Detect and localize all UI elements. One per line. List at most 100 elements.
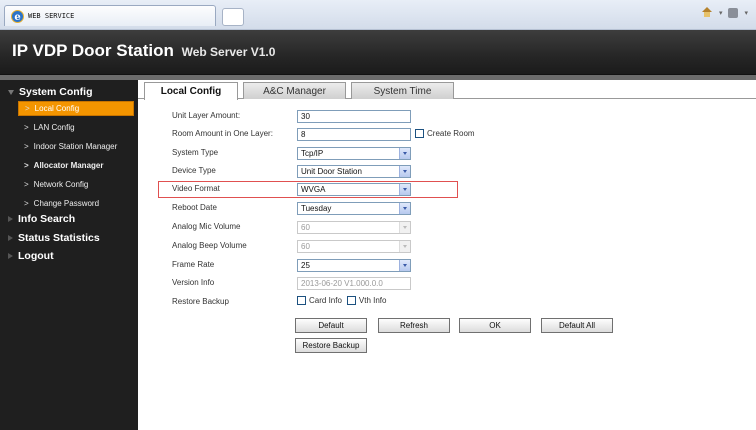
- app-title-text: IP VDP Door Station: [12, 41, 174, 60]
- tab-ac-manager[interactable]: A&C Manager: [243, 82, 346, 99]
- sidebar-group-info-search[interactable]: Info Search: [0, 211, 138, 227]
- analog-mic-volume-value: 60: [301, 223, 310, 232]
- tab-label: Local Config: [160, 86, 222, 97]
- page-title: IP VDP Door Station Web Server V1.0: [12, 41, 275, 61]
- tab-local-config[interactable]: Local Config: [144, 82, 238, 100]
- tab-label: System Time: [373, 85, 432, 97]
- unit-layer-amount-input[interactable]: 30: [297, 110, 411, 123]
- create-room-option: Create Room: [415, 129, 480, 138]
- device-type-label: Device Type: [172, 166, 216, 175]
- card-info-label: Card Info: [309, 296, 342, 305]
- refresh-button[interactable]: Refresh: [378, 318, 450, 333]
- triangle-right-icon: [8, 216, 13, 222]
- chevron-right-icon: >: [24, 123, 29, 132]
- video-format-select[interactable]: WVGA: [297, 183, 411, 196]
- sidebar-item-allocator-manager[interactable]: > Allocator Manager: [18, 158, 134, 173]
- chevron-down-icon[interactable]: [399, 166, 410, 177]
- create-room-checkbox[interactable]: [415, 129, 424, 138]
- version-info-field: 2013-06-20 V1.000.0.0: [297, 277, 411, 290]
- system-type-value: Tcp/IP: [301, 149, 324, 158]
- video-format-label: Video Format: [172, 184, 220, 193]
- chevron-down-icon[interactable]: ▾: [719, 9, 723, 17]
- frame-rate-label: Frame Rate: [172, 260, 215, 269]
- tab-system-time[interactable]: System Time: [351, 82, 454, 99]
- room-amount-label: Room Amount in One Layer:: [172, 129, 273, 138]
- reboot-date-label: Reboot Date: [172, 203, 217, 212]
- sidebar-item-label: Network Config: [33, 180, 89, 189]
- sidebar-group-label: Logout: [18, 250, 54, 262]
- chevron-right-icon: >: [24, 180, 29, 189]
- new-tab-button[interactable]: [222, 8, 244, 26]
- sidebar-group-label: Status Statistics: [18, 232, 100, 244]
- unit-layer-amount-label: Unit Layer Amount:: [172, 111, 241, 120]
- triangle-down-icon: [8, 89, 14, 95]
- analog-beep-volume-value: 60: [301, 242, 310, 251]
- browser-tools: ▾ ▾: [701, 7, 748, 18]
- sidebar-item-label: Local Config: [34, 104, 80, 113]
- sidebar-item-label: LAN Config: [33, 123, 75, 132]
- ie-browser-icon: e: [11, 9, 24, 23]
- frame-rate-select[interactable]: 25: [297, 259, 411, 272]
- device-type-select[interactable]: Unit Door Station: [297, 165, 411, 178]
- frame-rate-value: 25: [301, 261, 310, 270]
- reboot-date-value: Tuesday: [301, 204, 332, 213]
- vth-info-checkbox[interactable]: [346, 296, 356, 305]
- sidebar-group-label: Info Search: [18, 213, 76, 225]
- sidebar-item-indoor-station-manager[interactable]: > Indoor Station Manager: [18, 139, 134, 154]
- system-type-select[interactable]: Tcp/IP: [297, 147, 411, 160]
- chevron-right-icon: >: [24, 142, 29, 151]
- restore-backup-label: Restore Backup: [172, 297, 229, 306]
- app-subtitle: Web Server V1.0: [181, 45, 276, 59]
- sidebar: System Config > Local Config > LAN Confi…: [0, 80, 138, 430]
- sidebar-group-logout[interactable]: Logout: [0, 248, 138, 264]
- analog-beep-volume-select: 60: [297, 240, 411, 253]
- app-header: IP VDP Door Station Web Server V1.0: [0, 30, 756, 75]
- chevron-down-icon[interactable]: [399, 203, 410, 214]
- feed-icon[interactable]: [728, 7, 739, 18]
- tab-bar: Local Config A&C Manager System Time: [138, 80, 756, 100]
- video-format-value: WVGA: [301, 185, 326, 194]
- browser-tab[interactable]: e WEB SERVICE: [4, 5, 216, 26]
- chevron-right-icon: >: [25, 104, 30, 113]
- create-room-label: Create Room: [427, 129, 475, 138]
- chevron-down-icon[interactable]: ▾: [744, 9, 748, 17]
- sidebar-group-status-statistics[interactable]: Status Statistics: [0, 230, 138, 246]
- triangle-right-icon: [8, 235, 13, 241]
- browser-tab-title: WEB SERVICE: [28, 12, 75, 20]
- sidebar-item-local-config[interactable]: > Local Config: [18, 101, 134, 116]
- analog-beep-volume-label: Analog Beep Volume: [172, 241, 247, 250]
- chevron-right-icon: >: [24, 161, 29, 170]
- tab-label: A&C Manager: [263, 85, 326, 97]
- sidebar-item-label: Change Password: [33, 199, 100, 208]
- sidebar-item-label: Indoor Station Manager: [33, 142, 118, 151]
- chevron-down-icon: [399, 241, 410, 252]
- chevron-right-icon: >: [24, 199, 29, 208]
- sidebar-group-label: System Config: [19, 86, 93, 98]
- triangle-right-icon: [8, 253, 13, 259]
- reboot-date-select[interactable]: Tuesday: [297, 202, 411, 215]
- card-info-checkbox[interactable]: [297, 296, 306, 305]
- version-info-label: Version Info: [172, 278, 215, 287]
- sidebar-group-system-config[interactable]: System Config: [0, 84, 138, 100]
- ok-button[interactable]: OK: [459, 318, 531, 333]
- sidebar-item-label: Allocator Manager: [33, 161, 104, 170]
- restore-backup-button[interactable]: Restore Backup: [295, 338, 367, 353]
- chevron-down-icon[interactable]: [399, 148, 410, 159]
- analog-mic-volume-label: Analog Mic Volume: [172, 222, 241, 231]
- sidebar-item-lan-config[interactable]: > LAN Config: [18, 120, 134, 135]
- analog-mic-volume-select: 60: [297, 221, 411, 234]
- default-all-button[interactable]: Default All: [541, 318, 613, 333]
- chevron-down-icon: [399, 222, 410, 233]
- restore-backup-options: Card Info Vth Info: [297, 296, 391, 305]
- vth-info-label: Vth Info: [358, 296, 387, 305]
- chevron-down-icon[interactable]: [399, 260, 410, 271]
- default-button[interactable]: Default: [295, 318, 367, 333]
- browser-toolbar: e WEB SERVICE ▾ ▾: [0, 0, 756, 30]
- chevron-down-icon[interactable]: [399, 184, 410, 195]
- sidebar-item-network-config[interactable]: > Network Config: [18, 177, 134, 192]
- device-type-value: Unit Door Station: [301, 167, 362, 176]
- main-content: Local Config A&C Manager System Time Uni…: [138, 80, 756, 430]
- room-amount-input[interactable]: 8: [297, 128, 411, 141]
- home-icon[interactable]: [701, 7, 713, 18]
- sidebar-item-change-password[interactable]: > Change Password: [18, 196, 134, 211]
